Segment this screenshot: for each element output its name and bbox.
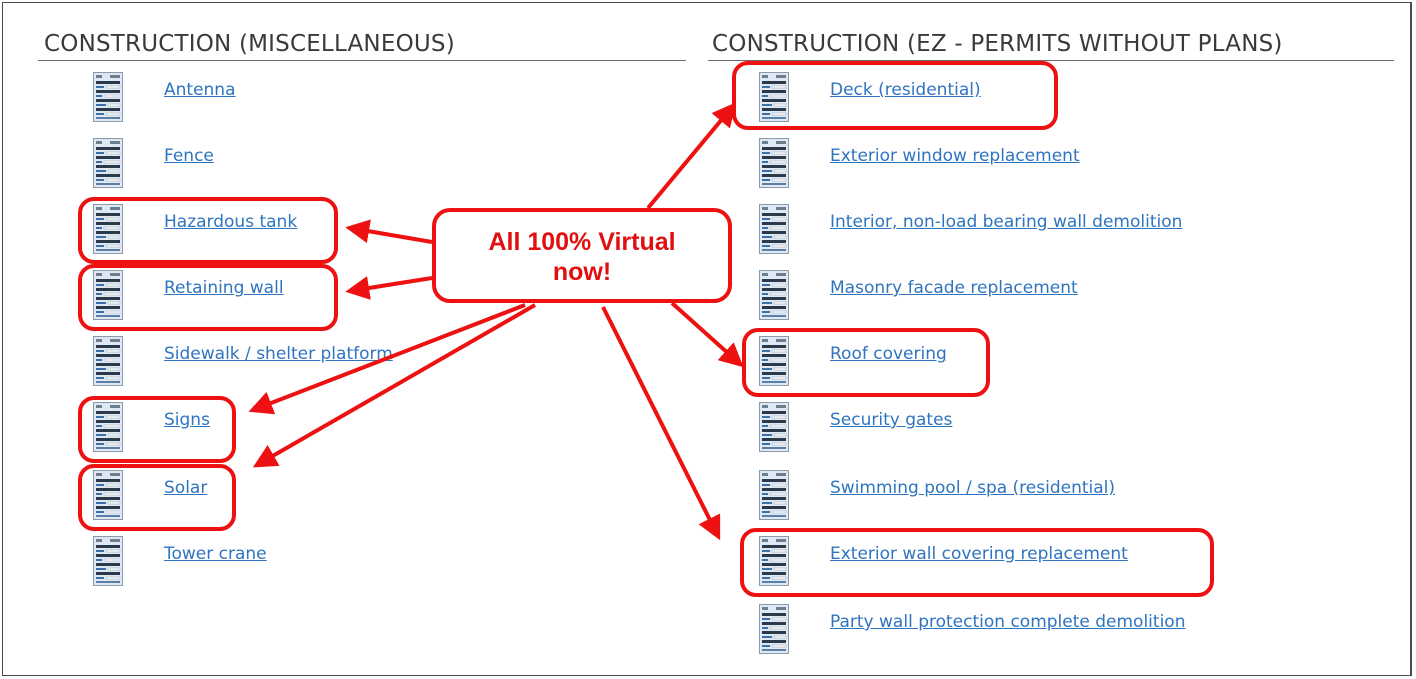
highlight-box-hazardous-tank [78, 197, 338, 264]
arrow-to-exterior-wall-covering [601, 306, 721, 541]
arrow-to-retaining-wall [345, 276, 433, 300]
highlight-box-solar [78, 464, 236, 531]
arrow-to-deck [646, 102, 737, 210]
arrow-to-hazardous-tank [345, 219, 433, 244]
arrow-to-signs [248, 303, 526, 415]
callout-line-1: All 100% Virtual [488, 228, 676, 256]
arrow-to-roof-covering [670, 301, 744, 368]
virtual-callout: All 100% Virtual now! [432, 208, 732, 303]
highlight-box-retaining-wall [78, 264, 338, 331]
annotation-overlay [78, 61, 1214, 597]
callout-line-2: now! [552, 258, 612, 286]
highlight-box-exterior-wall-covering [740, 528, 1214, 597]
highlight-box-roof-covering [742, 328, 990, 397]
highlight-box-signs [78, 396, 236, 463]
highlight-box-deck-residential [732, 61, 1058, 130]
